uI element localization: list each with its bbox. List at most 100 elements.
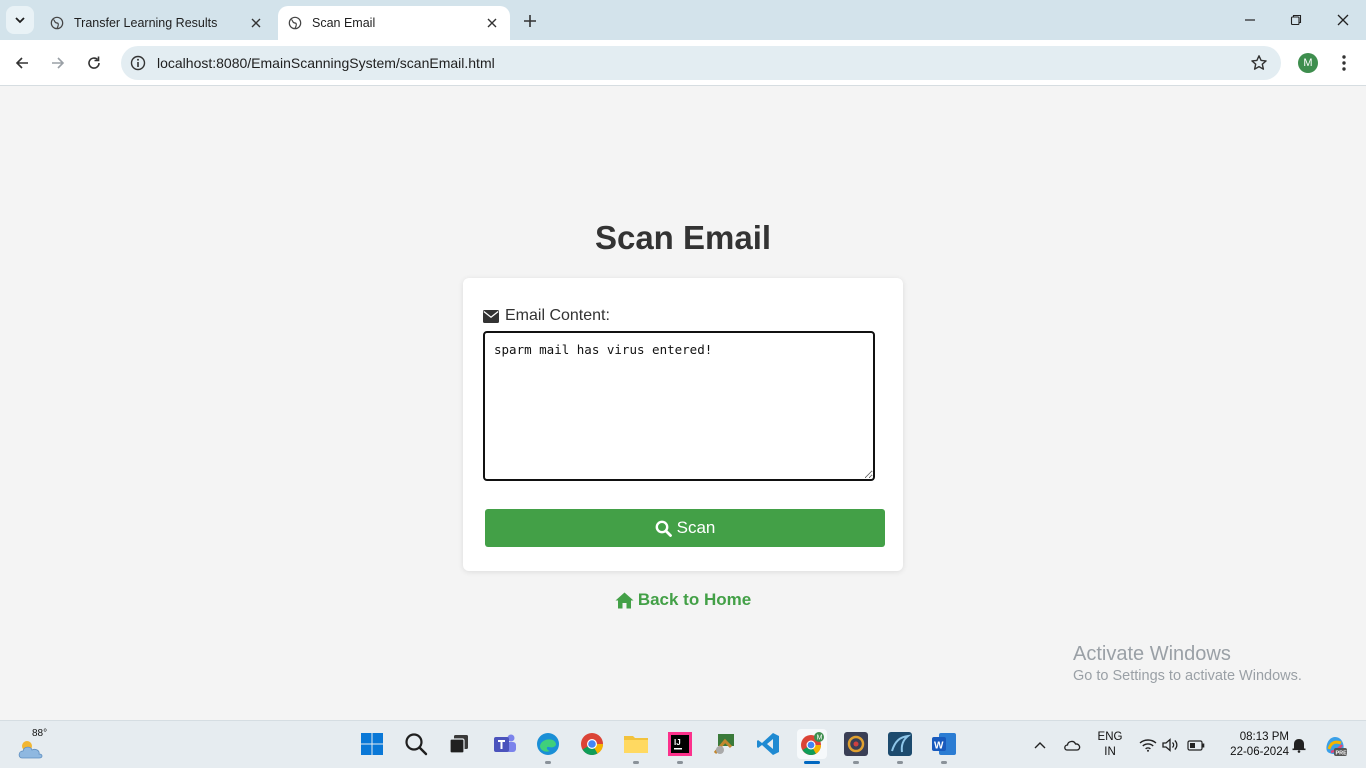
battery-icon <box>1187 739 1205 751</box>
language-code: ENG <box>1097 731 1123 743</box>
reload-icon <box>88 56 100 69</box>
email-content-label: Email Content: <box>483 307 610 325</box>
home-icon <box>615 592 634 608</box>
restore-window-button[interactable] <box>1284 8 1308 32</box>
start-button[interactable] <box>357 729 387 759</box>
new-tab-button[interactable] <box>518 10 542 32</box>
edge-app[interactable] <box>533 729 563 759</box>
extra-app[interactable] <box>841 729 871 759</box>
copilot-icon: PRE <box>1326 737 1348 757</box>
wifi-button[interactable] <box>1138 735 1158 755</box>
weather-widget[interactable]: 88° <box>16 728 50 762</box>
app-icon <box>844 732 868 756</box>
mysql-workbench-icon <box>888 732 912 756</box>
language-region: IN <box>1104 746 1116 758</box>
edge-icon <box>537 733 559 755</box>
teams-app[interactable] <box>490 729 520 759</box>
tab-transfer-learning-results[interactable]: Transfer Learning Results <box>40 6 274 40</box>
svg-text:IJ: IJ <box>674 738 681 747</box>
reload-button[interactable] <box>82 51 106 75</box>
globe-icon <box>50 16 64 30</box>
globe-icon <box>288 16 302 30</box>
back-to-home-link[interactable]: Back to Home <box>0 590 1366 610</box>
profile-avatar[interactable]: M <box>1298 53 1318 73</box>
running-indicator <box>897 761 903 764</box>
running-indicator <box>633 761 639 764</box>
browser-menu-button[interactable] <box>1334 52 1354 74</box>
speaker-icon <box>1162 738 1178 752</box>
intellij-app[interactable]: IJ <box>665 729 695 759</box>
search-icon <box>655 520 672 537</box>
show-hidden-icons-button[interactable] <box>1030 735 1050 755</box>
running-indicator <box>677 761 683 764</box>
chrome-app[interactable] <box>577 729 607 759</box>
weather-temperature: 88° <box>32 728 48 739</box>
back-button[interactable] <box>10 51 34 75</box>
cloud-icon <box>1064 740 1081 751</box>
vscode-app[interactable] <box>753 729 783 759</box>
envelope-icon <box>483 309 499 323</box>
windows-start-icon <box>361 733 383 755</box>
email-content-textarea[interactable]: sparm mail has virus entered! <box>483 331 875 481</box>
battery-button[interactable] <box>1186 735 1206 755</box>
active-app-indicator <box>804 761 820 764</box>
minimize-icon <box>1245 19 1255 21</box>
task-view-button[interactable] <box>444 729 474 759</box>
scan-button[interactable]: Scan <box>485 509 885 547</box>
notifications-button[interactable] <box>1289 735 1309 755</box>
windows-taskbar: 88° IJ M W ENG IN 08:13 PM 22-06-2024 PR… <box>0 720 1366 768</box>
notification-bell-icon <box>1292 739 1306 753</box>
taskbar-search-button[interactable] <box>401 729 431 759</box>
more-vertical-icon <box>1342 55 1346 71</box>
copilot-button[interactable]: PRE <box>1322 732 1348 758</box>
bookmark-button[interactable] <box>1249 53 1269 73</box>
chevron-down-icon <box>15 17 25 24</box>
page-content: Scan Email Email Content: sparm mail has… <box>0 87 1366 720</box>
clock-time: 08:13 PM <box>1239 731 1289 743</box>
url-text[interactable]: localhost:8080/EmainScanningSystem/scanE… <box>157 55 495 71</box>
running-indicator <box>941 761 947 764</box>
address-bar[interactable]: localhost:8080/EmainScanningSystem/scanE… <box>121 46 1281 80</box>
input-language-indicator[interactable]: ENG IN <box>1095 730 1125 760</box>
watermark-subtitle: Go to Settings to activate Windows. <box>1073 668 1302 684</box>
close-icon <box>251 18 261 28</box>
svg-text:W: W <box>934 741 944 752</box>
watermark-title: Activate Windows <box>1073 643 1231 665</box>
clock-date: 22-06-2024 <box>1230 746 1289 758</box>
intellij-icon: IJ <box>668 732 692 756</box>
word-app[interactable]: W <box>929 729 959 759</box>
star-icon <box>1251 55 1267 70</box>
minimize-window-button[interactable] <box>1238 8 1262 32</box>
chrome-profile-app[interactable]: M <box>797 729 827 759</box>
running-indicator <box>545 761 551 764</box>
arrow-right-icon <box>52 57 65 69</box>
close-icon <box>1337 14 1349 26</box>
close-tab-button[interactable] <box>484 15 500 31</box>
wifi-icon <box>1139 739 1157 752</box>
mysql-workbench-app[interactable] <box>885 729 915 759</box>
misc-app[interactable] <box>710 729 740 759</box>
tab-search-button[interactable] <box>6 6 34 34</box>
word-icon: W <box>932 733 956 755</box>
teams-icon <box>494 734 516 752</box>
browser-toolbar: localhost:8080/EmainScanningSystem/scanE… <box>0 40 1366 86</box>
svg-text:PRE: PRE <box>1336 751 1348 757</box>
close-window-button[interactable] <box>1331 8 1355 32</box>
tab-scan-email[interactable]: Scan Email <box>278 6 510 40</box>
chrome-profile-icon: M <box>801 732 824 755</box>
system-clock[interactable]: 08:13 PM 22-06-2024 <box>1215 730 1289 760</box>
forward-button[interactable] <box>46 51 70 75</box>
tab-title: Transfer Learning Results <box>74 16 218 30</box>
browser-tab-strip: Transfer Learning Results Scan Email <box>0 0 1366 40</box>
file-explorer-app[interactable] <box>621 729 651 759</box>
info-icon <box>130 55 146 71</box>
arrow-left-icon <box>15 57 28 69</box>
site-info-button[interactable] <box>121 46 155 80</box>
volume-button[interactable] <box>1161 735 1181 755</box>
restore-icon <box>1290 14 1302 26</box>
svg-text:M: M <box>817 734 823 741</box>
back-to-home-text: Back to Home <box>637 590 752 609</box>
onedrive-button[interactable] <box>1062 735 1082 755</box>
close-tab-button[interactable] <box>248 15 264 31</box>
scan-button-label: Scan <box>676 518 716 537</box>
